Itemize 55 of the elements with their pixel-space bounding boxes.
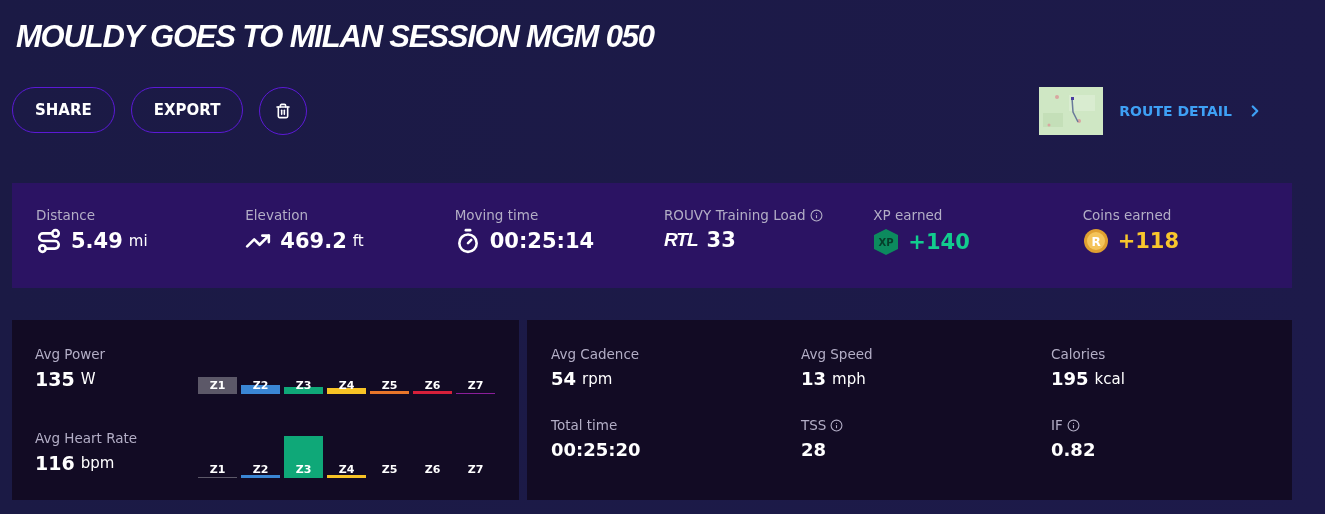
zone-label: Z4 bbox=[337, 463, 356, 476]
stat-label: Avg Cadence bbox=[551, 346, 641, 362]
stat-value: +140 bbox=[908, 230, 970, 254]
zone-label: Z5 bbox=[380, 379, 399, 392]
stat-value: 135 bbox=[35, 368, 75, 390]
stat-label: Avg Speed bbox=[801, 346, 874, 362]
stat-label: Coins earned bbox=[1082, 207, 1173, 223]
stat-label: Moving time bbox=[454, 207, 540, 223]
stat-value: 469.2 bbox=[280, 229, 347, 253]
rtl-logo: RTL bbox=[664, 229, 698, 251]
info-icon[interactable] bbox=[1066, 418, 1080, 432]
zone-label: Z2 bbox=[251, 463, 270, 476]
xp-badge-icon: XP bbox=[873, 228, 900, 256]
stat-label: XP earned bbox=[873, 207, 944, 223]
stat-unit: mph bbox=[832, 369, 866, 388]
stat-value: 13 bbox=[801, 368, 827, 389]
zone-label: Z3 bbox=[294, 463, 313, 476]
stat-value: 00:25:20 bbox=[551, 439, 641, 460]
stat-value: 5.49 bbox=[71, 229, 123, 253]
zone-label: Z6 bbox=[423, 379, 442, 392]
info-icon[interactable] bbox=[809, 208, 823, 222]
stat-value: 00:25:14 bbox=[489, 229, 595, 253]
coin-icon: R bbox=[1082, 228, 1109, 254]
stat-label: IF bbox=[1051, 417, 1268, 433]
stat-label: ROUVY Training Load bbox=[664, 207, 874, 223]
zone-label: Z7 bbox=[466, 463, 485, 476]
stat-value: 116 bbox=[35, 452, 75, 474]
stat-unit: mi bbox=[128, 232, 148, 250]
stat-label: Total time bbox=[551, 417, 619, 433]
stat-value: 195 bbox=[1051, 368, 1089, 389]
zone-label: Z1 bbox=[208, 379, 227, 392]
stat-label: Calories bbox=[1051, 346, 1107, 362]
zone-label: Z5 bbox=[380, 463, 399, 476]
stat-unit: rpm bbox=[582, 369, 613, 388]
stat-label: Avg Heart Rate bbox=[35, 430, 139, 446]
stat-value: +118 bbox=[1117, 229, 1180, 253]
info-icon[interactable] bbox=[830, 418, 844, 432]
zone-label: Z6 bbox=[423, 463, 442, 476]
stat-value: 0.82 bbox=[1051, 439, 1096, 460]
route-detail-link[interactable]: ROUTE DETAIL bbox=[1119, 102, 1264, 120]
stat-unit: ft bbox=[352, 232, 364, 250]
stat-value: 54 bbox=[551, 368, 577, 389]
stat-label: Elevation bbox=[245, 207, 310, 223]
zone-label: Z1 bbox=[208, 463, 227, 476]
page-title: MOULDY GOES TO MILAN SESSION MGM 050 bbox=[16, 18, 656, 56]
stat-label: Distance bbox=[36, 207, 97, 223]
stat-unit: kcal bbox=[1094, 369, 1125, 388]
trash-icon bbox=[275, 103, 292, 119]
stat-value: 28 bbox=[801, 439, 827, 460]
stat-unit: bpm bbox=[80, 454, 115, 472]
stat-value: 33 bbox=[706, 228, 736, 252]
stat-label: Avg Power bbox=[35, 346, 107, 362]
stat-label: TSS bbox=[801, 417, 1051, 433]
zone-label: Z7 bbox=[466, 379, 485, 392]
stat-unit: W bbox=[80, 370, 96, 388]
